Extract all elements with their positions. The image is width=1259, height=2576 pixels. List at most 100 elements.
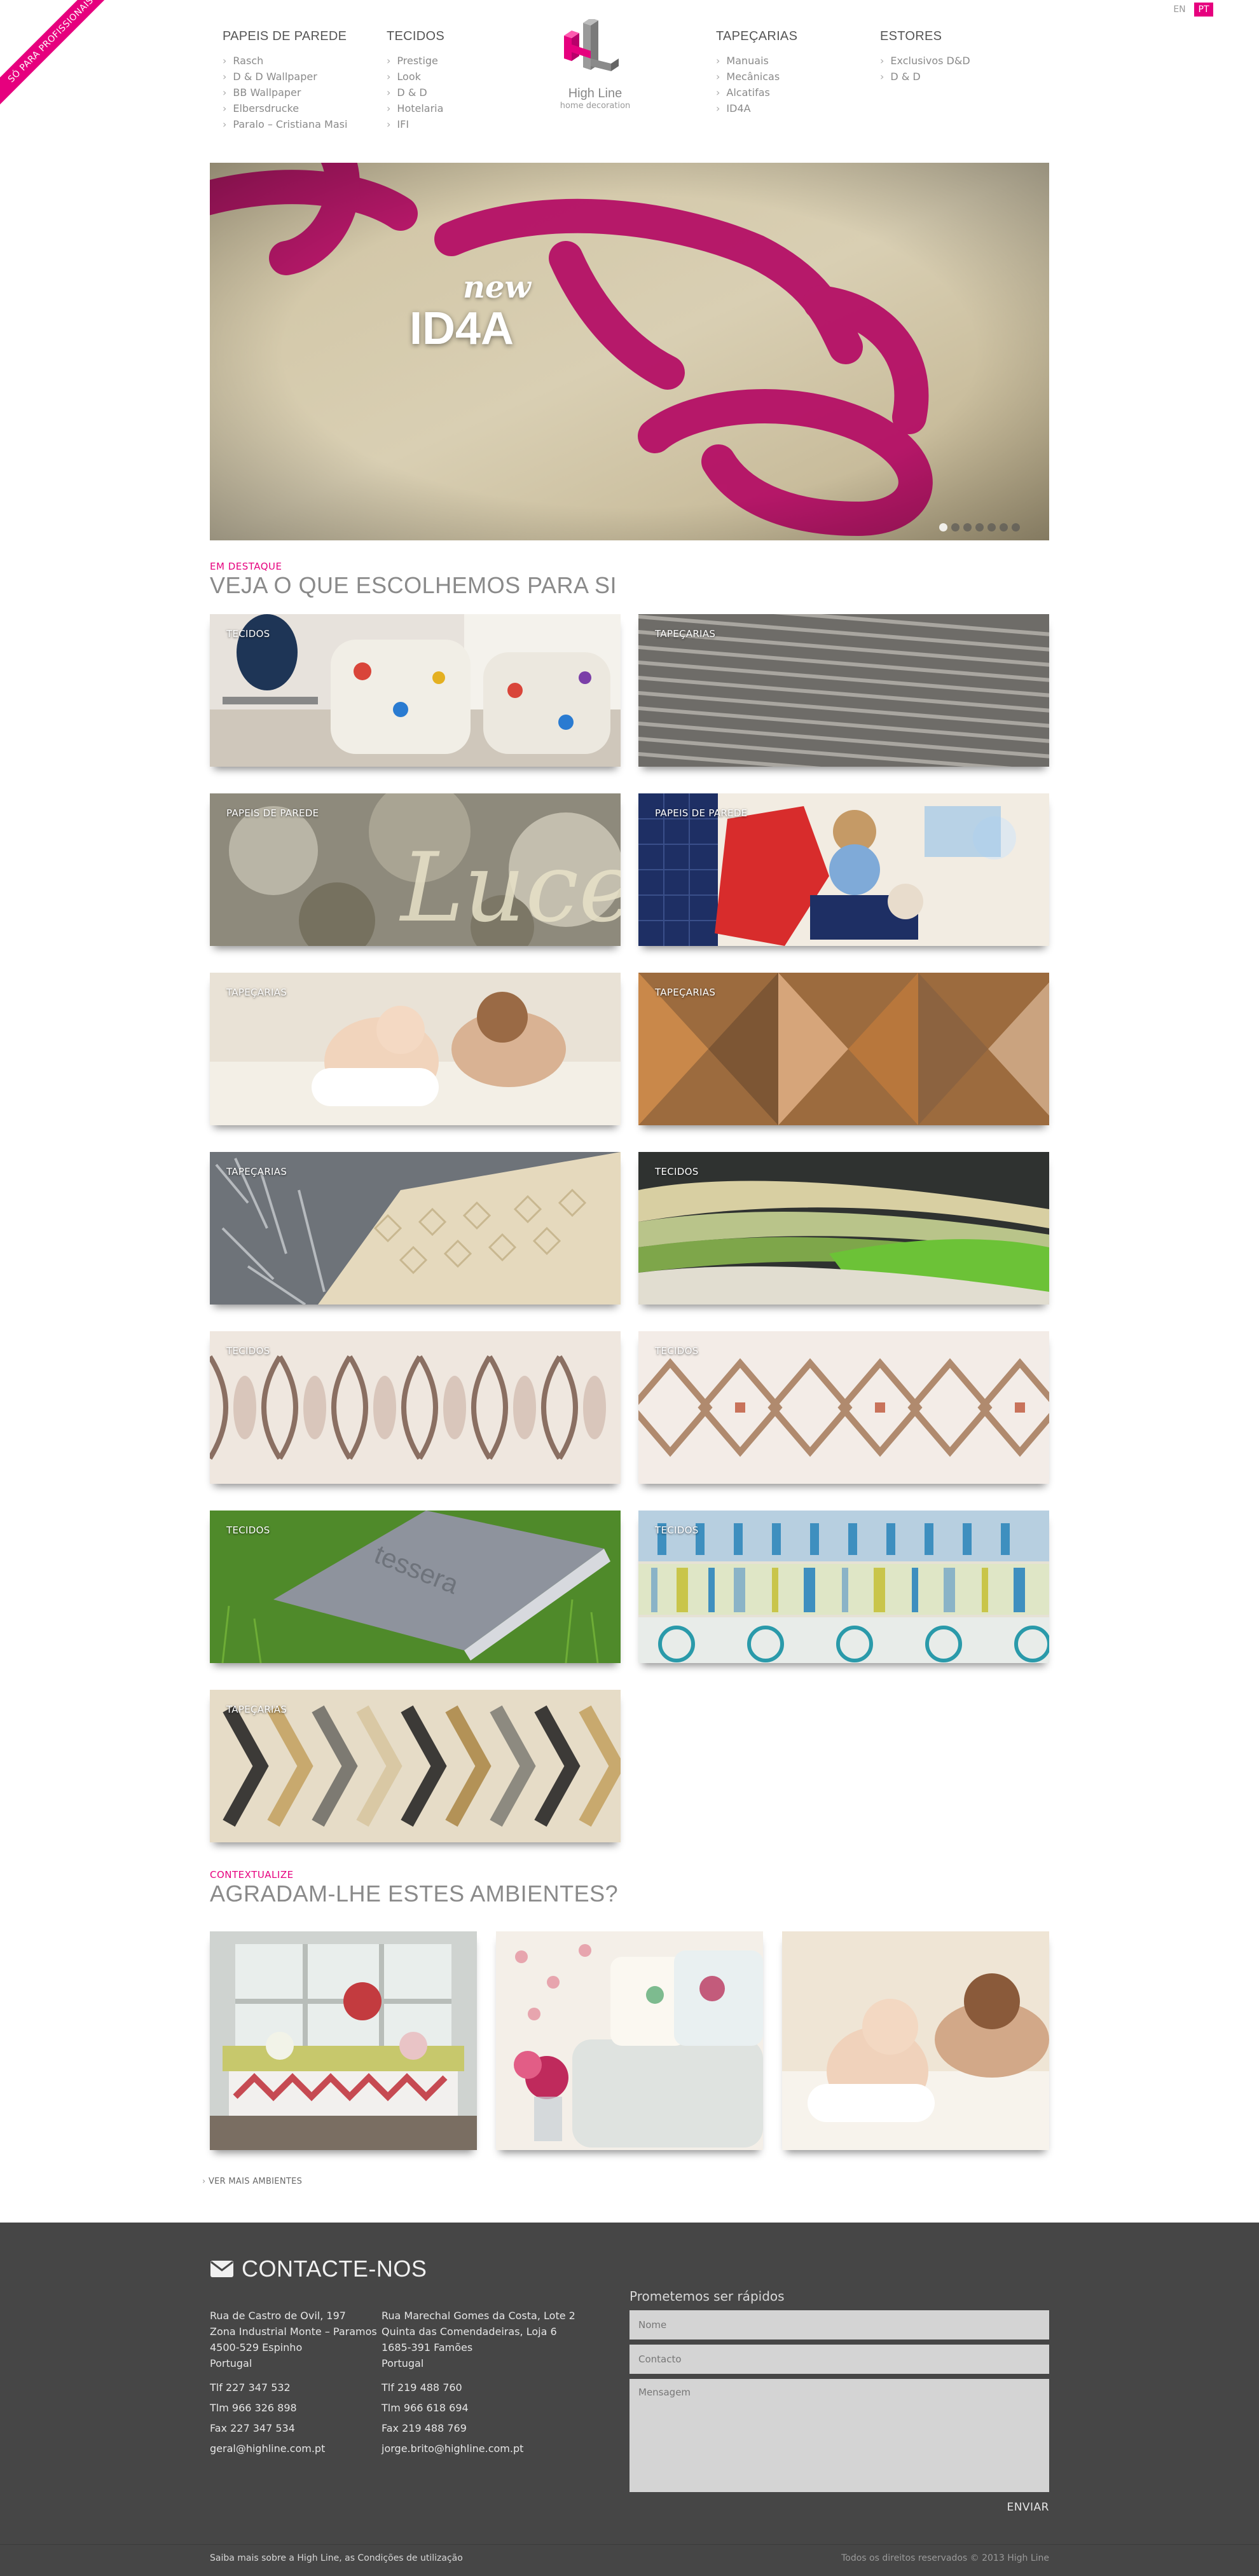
office-espinho: Rua de Castro de Ovil, 197 Zona Industri…: [210, 2308, 377, 2459]
phone-tlm: Tlm 966 326 898: [210, 2402, 297, 2414]
phone-tlm: Tlm 966 618 694: [382, 2402, 469, 2414]
featured-tile[interactable]: tessera TECIDOS: [210, 1511, 621, 1663]
ambients-title: AGRADAM-LHE ESTES AMBIENTES?: [210, 1881, 619, 1907]
featured-tile[interactable]: TAPEÇARIAS: [638, 614, 1049, 767]
nav-item[interactable]: Exclusivos D&D: [880, 53, 1039, 69]
featured-tile[interactable]: Luce PAPEIS DE PAREDE: [210, 793, 621, 946]
tile-label: TECIDOS: [226, 628, 270, 640]
ambient-image: [782, 1931, 1049, 2150]
ambient-image: [210, 1931, 477, 2150]
nav-title[interactable]: PAPEIS DE PAREDE: [223, 29, 382, 44]
nav-item[interactable]: Elbersdrucke: [223, 100, 382, 116]
featured-kicker: EM DESTAQUE: [210, 561, 282, 572]
featured-title: VEJA O QUE ESCOLHEMOS PARA SI: [210, 572, 617, 598]
footer-divider: [0, 2544, 1259, 2545]
email-link[interactable]: geral@highline.com.pt: [210, 2439, 377, 2459]
nav-item[interactable]: Mecânicas: [716, 69, 875, 85]
featured-tile[interactable]: PAPEIS DE PAREDE: [638, 793, 1049, 946]
tile-image: [638, 1152, 1049, 1305]
office-famoes: Rua Marechal Gomes da Costa, Lote 2 Quin…: [382, 2308, 575, 2459]
tile-label: TAPEÇARIAS: [226, 1166, 287, 1177]
nav-item[interactable]: D & D: [387, 85, 546, 100]
featured-tile[interactable]: TECIDOS: [638, 1331, 1049, 1484]
featured-tile[interactable]: TAPEÇARIAS: [638, 973, 1049, 1125]
nav-item[interactable]: IFI: [387, 116, 546, 132]
tile-label: TECIDOS: [226, 1345, 270, 1357]
logo-name: High Line: [568, 86, 623, 100]
professionals-ribbon[interactable]: SÓ PARA PROFISSIONAIS: [0, 0, 125, 114]
address-line: Rua de Castro de Ovil, 197: [210, 2310, 346, 2322]
svg-text:Luce: Luce: [399, 833, 621, 943]
nav-item[interactable]: Hotelaria: [387, 100, 546, 116]
slider-dot[interactable]: [963, 523, 972, 531]
ambients-kicker: CONTEXTUALIZE: [210, 1869, 294, 1881]
contact-title: CONTACTE-NOS: [242, 2256, 427, 2282]
tile-image: tessera: [210, 1511, 621, 1663]
slider-dot[interactable]: [939, 523, 947, 531]
nav-item[interactable]: D & D: [880, 69, 1039, 85]
form-title: Prometemos ser rápidos: [630, 2289, 785, 2304]
contact-heading: CONTACTE-NOS: [210, 2256, 427, 2282]
tile-label: PAPEIS DE PAREDE: [226, 807, 319, 819]
nav-item[interactable]: BB Wallpaper: [223, 85, 382, 100]
tile-label: TAPEÇARIAS: [226, 1704, 287, 1715]
nav-title[interactable]: ESTORES: [880, 29, 1039, 44]
slider-dot[interactable]: [1012, 523, 1020, 531]
address-line: Portugal: [210, 2357, 252, 2369]
logo-mark-icon: [564, 19, 619, 71]
see-more-ambients-link[interactable]: VER MAIS AMBIENTES: [202, 2177, 302, 2186]
logo[interactable]: High Line home decoration: [553, 19, 637, 114]
hero-slider[interactable]: new ID4A: [210, 163, 1049, 540]
address-line: Zona Industrial Monte – Paramos: [210, 2326, 377, 2338]
copyright: Todos os direitos reservados © 2013 High…: [841, 2553, 1049, 2563]
contact-field[interactable]: [630, 2345, 1049, 2374]
nav-item[interactable]: ID4A: [716, 100, 875, 116]
featured-tile[interactable]: TECIDOS: [210, 1331, 621, 1484]
slider-dot[interactable]: [987, 523, 996, 531]
ambient-card[interactable]: [496, 1931, 763, 2150]
featured-tile[interactable]: TAPEÇARIAS: [210, 1152, 621, 1305]
nav-item[interactable]: D & D Wallpaper: [223, 69, 382, 85]
send-button[interactable]: ENVIAR: [1007, 2501, 1049, 2514]
featured-tile[interactable]: TAPEÇARIAS: [210, 973, 621, 1125]
name-field[interactable]: [630, 2310, 1049, 2340]
nav-title[interactable]: TAPEÇARIAS: [716, 29, 875, 44]
featured-tile[interactable]: TECIDOS: [210, 614, 621, 767]
tile-label: TECIDOS: [655, 1345, 699, 1357]
address-line: Portugal: [382, 2357, 424, 2369]
lang-en[interactable]: EN: [1170, 3, 1189, 17]
featured-tile[interactable]: TECIDOS: [638, 1152, 1049, 1305]
slider-dot[interactable]: [951, 523, 960, 531]
phone-tlf: Tlf 219 488 760: [382, 2381, 462, 2394]
hero-rug-image: [210, 163, 1049, 540]
envelope-icon: [210, 2261, 233, 2277]
nav-papeis-de-parede: PAPEIS DE PAREDE Rasch D & D Wallpaper B…: [223, 29, 382, 132]
nav-item[interactable]: Paralo – Cristiana Masi: [223, 116, 382, 132]
featured-tile[interactable]: TAPEÇARIAS: [210, 1690, 621, 1842]
email-link[interactable]: jorge.brito@highline.com.pt: [382, 2439, 575, 2459]
nav-item[interactable]: Look: [387, 69, 546, 85]
fax: Fax 227 347 534: [210, 2422, 295, 2434]
nav-estores: ESTORES Exclusivos D&D D & D: [880, 29, 1039, 85]
footer-about-link[interactable]: Saiba mais sobre a High Line, as Condiçõ…: [210, 2553, 463, 2563]
nav-item[interactable]: Rasch: [223, 53, 382, 69]
featured-tile[interactable]: TECIDOS: [638, 1511, 1049, 1663]
ambient-card[interactable]: [782, 1931, 1049, 2150]
ambient-card[interactable]: [210, 1931, 477, 2150]
lang-pt[interactable]: PT: [1194, 3, 1213, 17]
tile-image: [638, 1331, 1049, 1484]
slider-dot[interactable]: [975, 523, 984, 531]
message-field[interactable]: [630, 2379, 1049, 2492]
address-line: Quinta das Comendadeiras, Loja 6: [382, 2326, 557, 2338]
page: SÓ PARA PROFISSIONAIS EN PT PAPEIS DE PA…: [0, 0, 1259, 2576]
nav-title[interactable]: TECIDOS: [387, 29, 546, 44]
nav-item[interactable]: Manuais: [716, 53, 875, 69]
ambient-image: [496, 1931, 763, 2150]
address-line: 4500-529 Espinho: [210, 2341, 303, 2353]
slider-dot[interactable]: [1000, 523, 1008, 531]
nav-item[interactable]: Prestige: [387, 53, 546, 69]
phone-tlf: Tlf 227 347 532: [210, 2381, 291, 2394]
nav-item[interactable]: Alcatifas: [716, 85, 875, 100]
address-line: Rua Marechal Gomes da Costa, Lote 2: [382, 2310, 575, 2322]
tile-label: TAPEÇARIAS: [655, 628, 716, 640]
